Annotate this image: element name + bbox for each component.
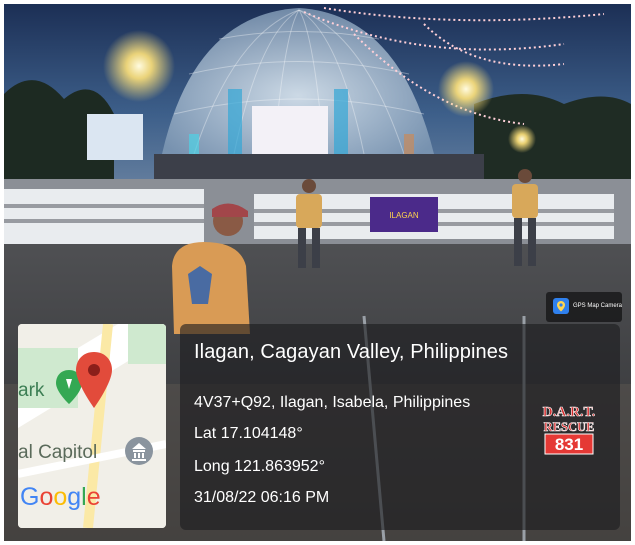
location-title: Ilagan, Cagayan Valley, Philippines (194, 341, 509, 363)
camera-pin-icon (553, 298, 569, 314)
banner-text: ILAGAN (389, 211, 419, 220)
map-capitol-label: al Capitol (18, 442, 98, 463)
longitude-line: Long 121.863952° (194, 458, 325, 475)
google-letter-o1: o (39, 483, 54, 511)
latitude-line: Lat 17.104148° (194, 425, 303, 442)
logo-dart-text: D.A.R.T. (543, 405, 596, 420)
logo-number-text: 831 (555, 435, 583, 454)
logo-rescue-text: RESCUE (544, 420, 595, 434)
google-logo: Google (20, 483, 101, 512)
dart-rescue-logo: D.A.R.T. RESCUE 831 (542, 405, 596, 455)
map-park-label: ark (18, 380, 45, 401)
map-thumbnail[interactable]: ark al Capitol Google (18, 324, 166, 528)
google-letter-e: e (86, 483, 101, 511)
landmark-icon (125, 437, 153, 465)
photo-frame: ILAGAN ark al Capitol Google Ilagan, Cag… (4, 4, 631, 541)
google-letter-g: G (20, 483, 40, 511)
gps-map-camera-label: GPS Map Camera (573, 303, 623, 309)
google-letter-o2: o (53, 483, 68, 511)
location-pin-icon (76, 352, 112, 408)
google-letter-g2: g (67, 483, 82, 511)
datetime-line: 31/08/22 06:16 PM (194, 489, 330, 506)
address-line: 4V37+Q92, Ilagan, Isabela, Philippines (194, 394, 471, 411)
